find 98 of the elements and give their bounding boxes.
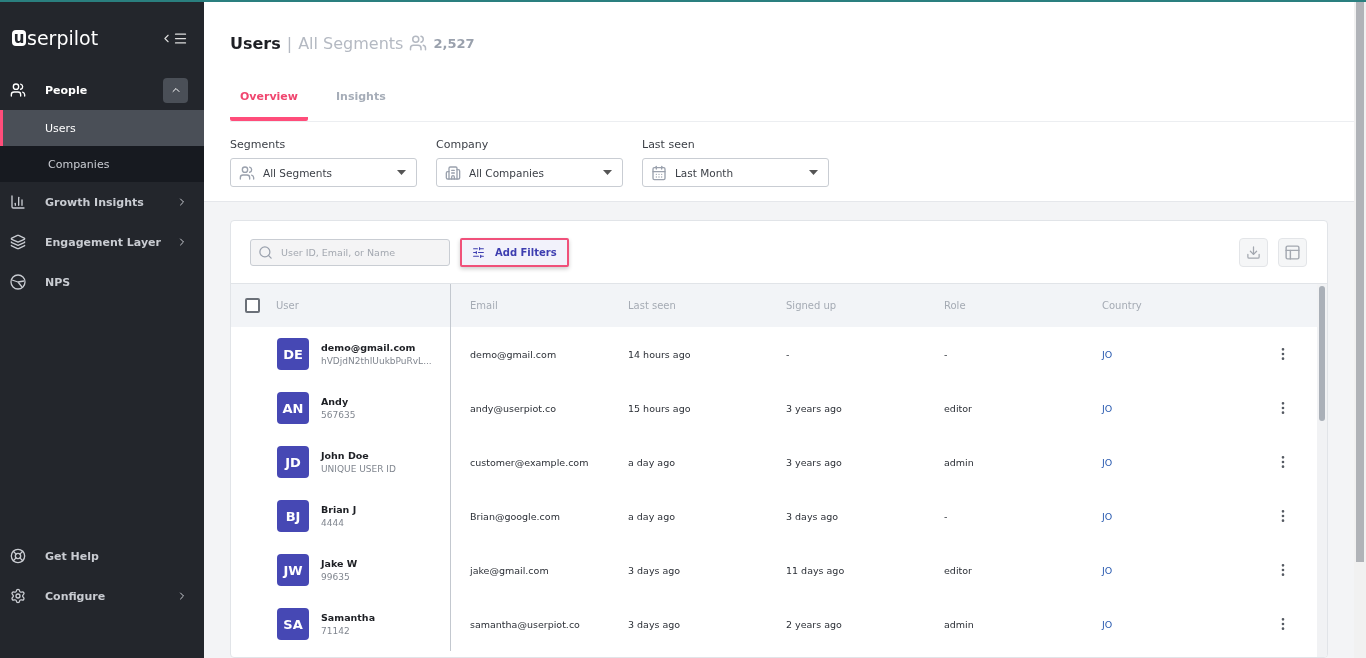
user-name[interactable]: John Doe [321,450,396,461]
gauge-icon [10,274,26,290]
column-header: Signed up [786,300,837,311]
signed-up-cell-text: 3 years ago [785,401,843,416]
user-id: 99635 [321,572,351,582]
signed-up-cell-text: 3 days ago [785,509,840,524]
user-name[interactable]: Samantha [321,612,376,623]
tab[interactable]: Overview [230,80,308,121]
user-count: 2,527 [433,35,475,51]
nav-item[interactable]: Configure [45,589,176,603]
last-seen-cell-text: 3 days ago [627,563,682,578]
filter-dropdown[interactable]: Last Month [642,158,829,187]
caret-icon [603,170,612,175]
search-field[interactable]: User ID, Email, or Name [250,238,450,266]
segment-name: All Segments [298,33,404,53]
sliders-icon [472,245,485,259]
layout-icon [1284,243,1301,261]
column-header: Country [1102,300,1142,311]
signed-up-cell-text: 11 days ago [785,563,846,578]
lifebuoy-icon [10,548,26,564]
user-id: 567635 [321,410,356,420]
filter-dropdown[interactable]: All Segments [230,158,417,187]
page-title: Users [230,33,281,53]
role-cell-text: admin [943,455,975,470]
last-seen-cell-text: 3 days ago [627,617,682,632]
user-name[interactable]: demo@gmail.com [321,342,432,353]
role-cell-text: editor [943,401,973,416]
nav-item[interactable]: Growth Insights [45,195,176,209]
last-seen-cell-text: 14 hours ago [627,347,692,362]
country-cell-text: JO [1100,401,1114,416]
country-cell-text: JO [1100,455,1114,470]
role-cell-text: - [943,509,949,524]
search-icon [258,244,273,260]
user-avatar: DE [277,338,309,370]
email-cell-text: customer@example.com [469,455,590,470]
user-avatar: JD [277,446,309,478]
user-name[interactable]: Andy [321,396,356,407]
table-scrollbar[interactable] [1317,284,1327,657]
country-cell-text: JO [1100,617,1114,632]
people-icon [409,34,428,52]
column-header: Last seen [628,300,676,311]
user-id: UNIQUE USER ID [321,464,396,474]
role-cell-text: admin [943,617,975,632]
people-icon [239,164,255,181]
email-cell-text: demo@gmail.com [469,347,558,362]
filter-dropdown[interactable]: All Companies [436,158,623,187]
user-avatar: SA [277,608,309,640]
nav-item[interactable]: Get Help [45,549,188,563]
signed-up-cell-text: - [785,347,791,362]
settings-icon [10,588,26,604]
add-filters-button[interactable]: Add Filters [460,237,569,267]
email-cell-text: Brian@google.com [469,509,561,524]
select-all-checkbox[interactable] [245,298,260,313]
user-avatar: BJ [277,500,309,532]
nav-item[interactable]: NPS [45,275,188,289]
logo: u serpilot [12,27,99,49]
user-id: 4444 [321,518,345,528]
last-seen-cell-text: a day ago [627,509,676,524]
building-icon [445,164,461,181]
nav-subitem[interactable]: Users [0,110,204,146]
user-name[interactable]: Jake W [321,558,358,569]
bar-chart-icon [10,194,26,210]
column-header: Email [470,300,498,311]
download-icon [1246,244,1261,260]
user-name[interactable]: Brian J [321,504,357,515]
last-seen-cell-text: 15 hours ago [627,401,692,416]
caret-icon [809,170,818,175]
user-id: hVDjdN2thIUukbPuRvL... [321,356,432,366]
nav-item[interactable]: People [45,83,163,97]
filter-label: Company [436,138,490,151]
column-header: User [276,300,299,311]
country-cell-text: JO [1100,347,1114,362]
layers-icon [10,234,26,250]
collapse-button[interactable] [163,77,188,103]
user-avatar: AN [277,392,309,424]
column-header: Role [944,300,966,311]
menu-icon [173,30,188,46]
role-cell-text: editor [943,563,973,578]
country-cell-text: JO [1100,563,1114,578]
calendar-icon [651,164,667,181]
people-icon [10,82,26,98]
signed-up-cell-text: 2 years ago [785,617,843,632]
caret-icon [397,170,406,175]
country-cell-text: JO [1100,509,1114,524]
title-separator: | [286,33,293,53]
email-cell-text: samantha@userpiot.co [469,617,581,632]
signed-up-cell-text: 3 years ago [785,455,843,470]
last-seen-cell-text: a day ago [627,455,676,470]
nav-subitem[interactable]: Companies [0,146,204,182]
email-cell-text: andy@userpiot.co [469,401,557,416]
user-id: 71142 [321,626,351,636]
filter-label: Last seen [642,138,696,151]
page-scrollbar[interactable] [1354,2,1366,658]
user-avatar: JW [277,554,309,586]
filter-label: Segments [230,138,287,151]
role-cell-text: - [943,347,949,362]
email-cell-text: jake@gmail.com [469,563,550,578]
nav-item[interactable]: Engagement Layer [45,235,176,249]
